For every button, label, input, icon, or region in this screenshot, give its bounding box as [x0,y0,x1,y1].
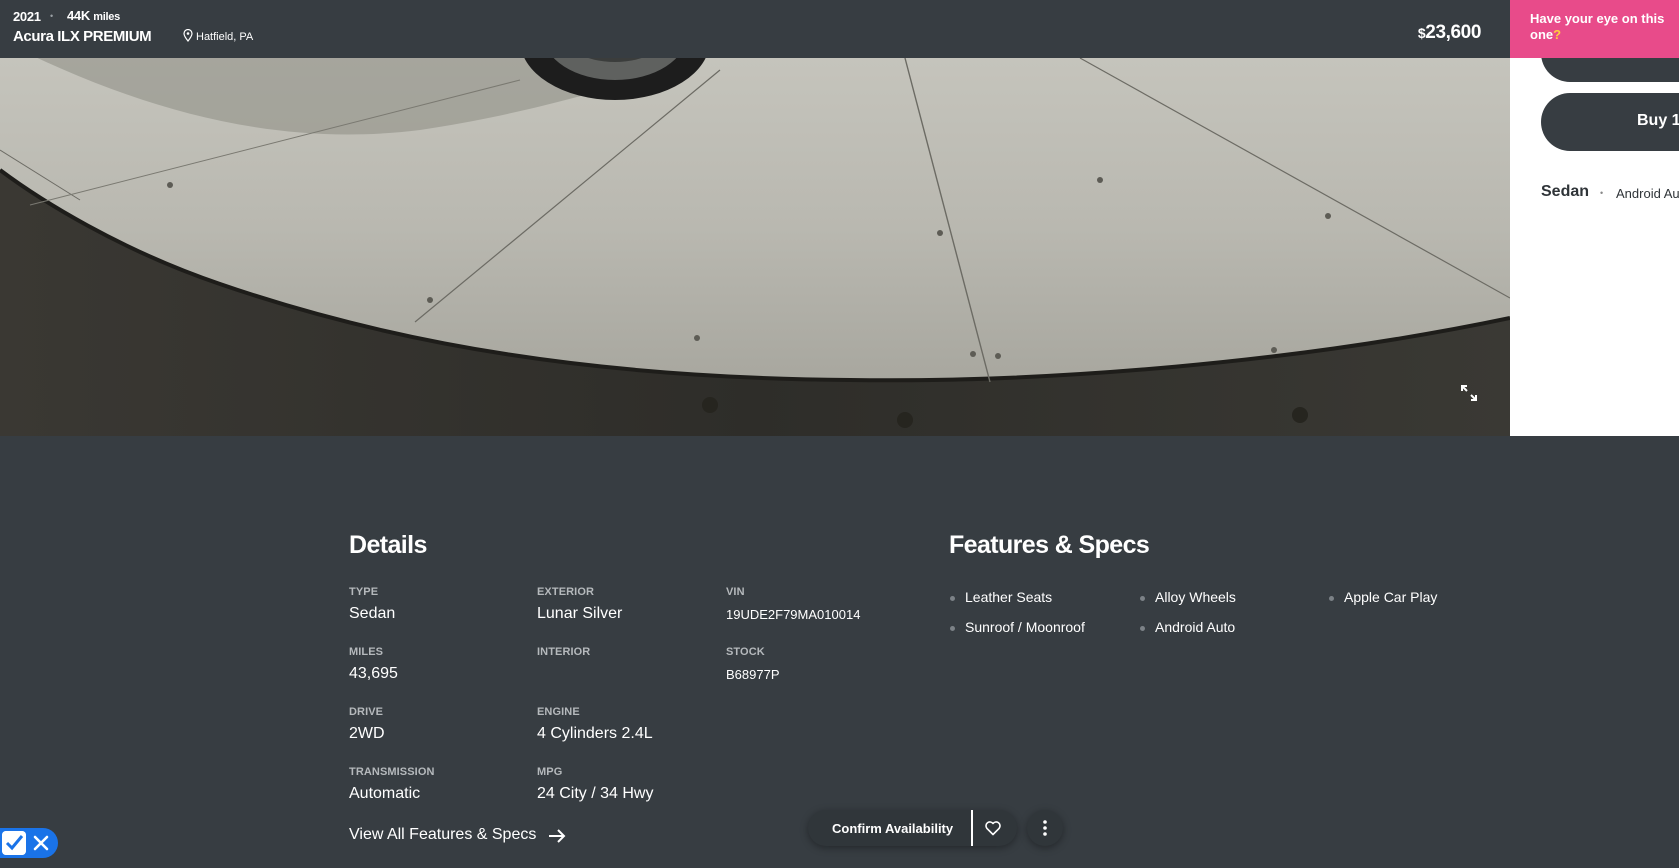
feature-tag: Android Auto [1616,186,1679,201]
feature-item: Sunroof / Moonroof [950,619,1085,635]
feature-item: Leather Seats [949,589,1053,605]
vehicle-location: Hatfield, PA [196,31,254,43]
detail-label-exterior: EXTERIOR [537,586,595,598]
vehicle-header-bar: 2021 • 44K miles Acura ILX PREMIUM Hatfi… [0,0,1510,58]
confirm-availability-button[interactable]: Confirm Availability [832,821,953,836]
more-vertical-icon [1043,820,1047,836]
detail-value-engine: 4 Cylinders 2.4L [537,725,653,742]
detail-value-exterior: Lunar Silver [537,605,623,622]
detail-label-interior: INTERIOR [537,646,591,658]
separator-dot: • [1600,188,1604,198]
checkbox-icon [2,831,26,855]
view-all-features-link[interactable]: View All Features & Specs [349,826,536,844]
vehicle-price: $23,600 [1418,22,1482,44]
detail-value-miles: 43,695 [349,665,398,682]
arrow-right-icon[interactable] [548,828,566,844]
detail-value-stock: B68977P [726,667,780,682]
detail-label-vin: VIN [726,586,745,598]
detail-label-type: TYPE [349,586,379,598]
vehicle-photo[interactable] [0,0,1510,436]
more-options-button[interactable] [1027,810,1063,846]
detail-label-mpg: MPG [537,766,563,778]
vehicle-mileage: 44K miles [67,8,120,23]
mileage-unit: miles [93,11,120,23]
detail-label-stock: STOCK [726,646,765,658]
heart-icon[interactable] [984,819,1002,837]
promo-text: Have your eye on this one? [1530,11,1675,43]
vehicle-year: 2021 [13,9,41,24]
detail-label-miles: MILES [349,646,384,658]
detail-value-mpg: 24 City / 34 Hwy [537,785,654,802]
body-type-tag: Sedan [1541,183,1590,200]
feature-item: Apple Car Play [1328,589,1438,605]
promo-question-mark: ? [1553,27,1562,42]
buy-button-label: Buy 10 [1637,112,1679,129]
price-amount: 23,600 [1425,22,1481,43]
close-icon [33,835,49,851]
feature-item: Android Auto [1139,619,1236,635]
location-pin-icon [183,29,193,42]
features-heading: Features & Specs [949,531,1150,559]
feature-item: Alloy Wheels [1140,589,1236,605]
expand-icon[interactable] [1459,383,1479,403]
promo-message: Have your eye on this one [1530,11,1665,42]
buy-button[interactable]: Buy 10 [1541,93,1679,151]
privacy-choices-badge[interactable] [0,828,58,858]
details-heading: Details [349,531,427,559]
separator-dot: • [50,11,54,21]
detail-value-vin: 19UDE2F79MA010014 [726,607,861,622]
detail-value-transmission: Automatic [349,785,421,802]
purchase-panel: Get Buy 10 Sedan • Android Auto [1510,0,1679,436]
detail-label-drive: DRIVE [349,706,384,718]
detail-label-transmission: TRANSMISSION [349,766,435,778]
detail-label-engine: ENGINE [537,706,580,718]
detail-value-type: Sedan [349,605,396,622]
detail-value-drive: 2WD [349,725,385,742]
action-bar-divider [971,810,973,846]
mileage-value: 44K [67,8,90,23]
promo-banner[interactable]: Have your eye on this one? [1510,0,1679,58]
vehicle-photo-image [0,0,1510,436]
vehicle-title: Acura ILX PREMIUM [13,28,152,45]
floating-action-bar: Confirm Availability [808,810,1017,846]
